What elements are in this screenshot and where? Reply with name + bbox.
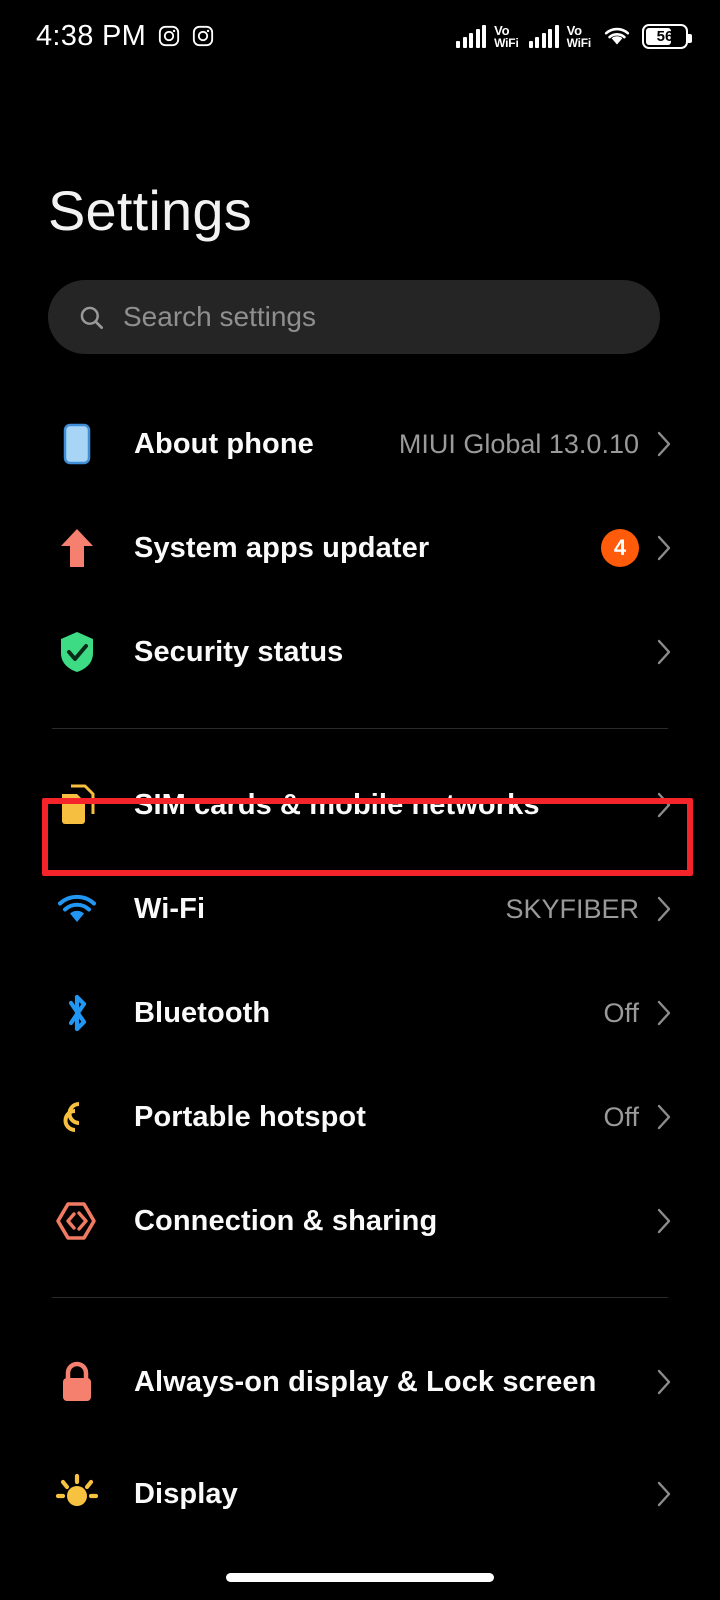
- chevron-right-icon: [657, 535, 671, 561]
- list-item-value: SKYFIBER: [505, 893, 639, 924]
- page-title: Settings: [48, 179, 252, 242]
- status-bar: 4:38 PM Vo WiFi Vo WiFi 56: [0, 0, 720, 72]
- vowifi-line2: WiFi: [494, 35, 519, 50]
- vowifi-line1: Vo: [566, 22, 582, 38]
- lock-icon: [52, 1359, 102, 1405]
- chevron-right-icon: [657, 1104, 671, 1130]
- vowifi-indicator-2: Vo WiFi: [566, 22, 592, 50]
- up-arrow-icon: [52, 526, 102, 570]
- list-item-security-status[interactable]: Security status: [0, 600, 720, 704]
- chevron-right-icon: [657, 431, 671, 457]
- search-input[interactable]: Search settings: [48, 280, 660, 354]
- list-item-value: Off: [603, 997, 639, 1028]
- search-icon: [80, 306, 103, 329]
- list-item-label: About phone: [134, 427, 314, 460]
- settings-group-display: Always-on display & Lock screen Display: [0, 1322, 720, 1546]
- chevron-right-icon: [657, 896, 671, 922]
- list-item-label: Connection & sharing: [134, 1204, 438, 1237]
- list-item-wifi[interactable]: Wi-Fi SKYFIBER: [0, 857, 720, 961]
- shield-check-icon: [52, 630, 102, 674]
- list-item-about-phone[interactable]: About phone MIUI Global 13.0.10: [0, 392, 720, 496]
- home-gesture-bar[interactable]: [226, 1573, 494, 1582]
- instagram-icon: [193, 25, 214, 47]
- settings-group-system: About phone MIUI Global 13.0.10 System a…: [0, 392, 720, 704]
- list-item-always-on-display-lock-screen[interactable]: Always-on display & Lock screen: [0, 1322, 720, 1442]
- phone-icon: [52, 422, 102, 466]
- wifi-icon: [52, 891, 102, 927]
- signal-bars-icon: [456, 24, 487, 48]
- status-badge: 4: [601, 529, 639, 567]
- list-item-sim-cards-mobile-networks[interactable]: SIM cards & mobile networks: [0, 753, 720, 857]
- sim-card-icon: [52, 782, 102, 828]
- vowifi-indicator-1: Vo WiFi: [494, 22, 519, 50]
- list-item-label: Portable hotspot: [134, 1100, 366, 1133]
- list-item-label: Security status: [134, 635, 344, 668]
- chevron-right-icon: [657, 1208, 671, 1234]
- settings-screen: 4:38 PM Vo WiFi Vo WiFi 56 Settings Sear…: [0, 0, 720, 1600]
- chevron-right-icon: [657, 792, 671, 818]
- settings-list: About phone MIUI Global 13.0.10 System a…: [0, 392, 720, 1546]
- list-item-value: Off: [603, 1101, 639, 1132]
- group-divider: [52, 728, 668, 729]
- signal-bars-icon: [528, 24, 559, 48]
- chevron-right-icon: [657, 639, 671, 665]
- search-placeholder: Search settings: [123, 301, 316, 332]
- brightness-icon: [52, 1472, 102, 1516]
- status-bar-clock: 4:38 PM: [36, 19, 147, 52]
- chevron-right-icon: [657, 1369, 671, 1395]
- list-item-bluetooth[interactable]: Bluetooth Off: [0, 961, 720, 1065]
- list-item-portable-hotspot[interactable]: Portable hotspot Off: [0, 1065, 720, 1169]
- vowifi-line2: WiFi: [566, 35, 592, 50]
- status-bar-right: Vo WiFi Vo WiFi 56: [456, 22, 692, 50]
- group-divider: [52, 1297, 668, 1298]
- status-bar-left: 4:38 PM: [36, 20, 214, 53]
- vowifi-line1: Vo: [494, 22, 510, 38]
- instagram-icon: [159, 25, 180, 47]
- list-item-label: Always-on display & Lock screen: [134, 1365, 597, 1398]
- list-item-label: Bluetooth: [134, 996, 271, 1029]
- list-item-value: MIUI Global 13.0.10: [398, 428, 639, 459]
- hotspot-icon: [52, 1095, 102, 1139]
- list-item-label: System apps updater: [134, 531, 430, 564]
- list-item-label: Wi-Fi: [134, 892, 206, 925]
- list-item-system-apps-updater[interactable]: System apps updater 4: [0, 496, 720, 600]
- list-item-label: Display: [134, 1477, 238, 1510]
- list-item-connection-sharing[interactable]: Connection & sharing: [0, 1169, 720, 1273]
- connection-sharing-icon: [52, 1199, 102, 1243]
- list-item-label: SIM cards & mobile networks: [134, 788, 540, 821]
- list-item-display[interactable]: Display: [0, 1442, 720, 1546]
- chevron-right-icon: [657, 1000, 671, 1026]
- battery-indicator: 56: [642, 23, 692, 49]
- wifi-icon: [604, 27, 630, 45]
- bluetooth-icon: [52, 989, 102, 1037]
- settings-group-network: SIM cards & mobile networks Wi-Fi SKYFIB…: [0, 753, 720, 1273]
- battery-level-text: 56: [656, 27, 674, 45]
- chevron-right-icon: [657, 1481, 671, 1507]
